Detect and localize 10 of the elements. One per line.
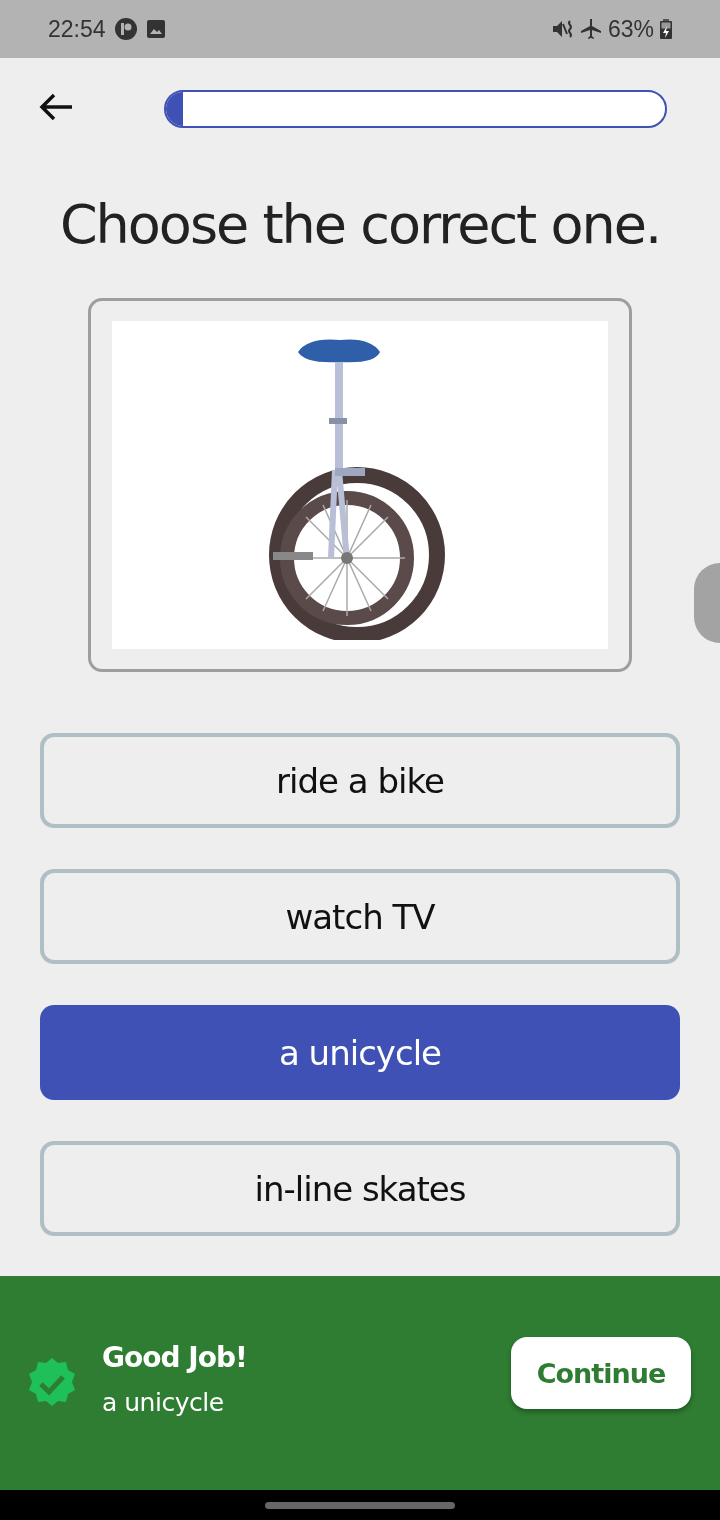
answer-option[interactable]: watch TV [40,869,680,964]
correct-answer-text: a unicycle [102,1388,225,1417]
battery-percent: 63% [607,15,654,43]
status-time: 22:54 [48,15,106,43]
answer-option[interactable]: ride a bike [40,733,680,828]
question-title: Choose the correct one. [59,192,661,258]
answer-option[interactable]: a unicycle [40,1005,680,1100]
continue-button[interactable]: Continue [511,1337,691,1409]
feedback-title: Good Job! [102,1341,247,1374]
answer-option[interactable]: in-line skates [40,1141,680,1236]
